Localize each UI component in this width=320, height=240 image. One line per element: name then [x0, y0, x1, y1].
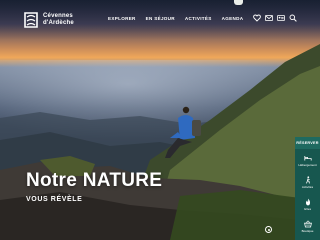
side-item-hebergement[interactable]: Hébergement [295, 149, 320, 171]
side-item-activites[interactable]: Activités [295, 171, 320, 193]
booking-side-panel: RÉSERVER Hébergement Activités Gîtes Bou… [295, 137, 320, 240]
flame-icon [305, 198, 310, 205]
site-logo[interactable]: Cévennes d'Ardèche [24, 12, 74, 28]
video-play-icon[interactable] [265, 226, 272, 233]
side-item-label: Activités [301, 184, 314, 189]
side-item-label: Hébergement [298, 162, 317, 167]
notification-tab[interactable] [234, 0, 243, 5]
hero-title: Notre NATURE [26, 170, 163, 191]
bed-icon [303, 155, 312, 160]
nav-en-sejour[interactable]: EN SÉJOUR [146, 16, 175, 21]
side-item-label: Gîtes [303, 206, 312, 211]
heart-icon[interactable] [253, 14, 261, 22]
main-nav: EXPLORER EN SÉJOUR ACTIVITÉS AGENDA [108, 16, 243, 21]
contact-card-icon[interactable] [277, 14, 285, 22]
nav-agenda[interactable]: AGENDA [222, 16, 244, 21]
logo-line2: d'Ardèche [43, 20, 74, 26]
mail-icon[interactable] [265, 14, 273, 22]
logo-mark-icon [24, 12, 38, 28]
booking-panel-header: RÉSERVER [295, 137, 320, 149]
side-item-gites[interactable]: Gîtes [295, 193, 320, 215]
search-icon[interactable] [289, 14, 297, 22]
nav-explorer[interactable]: EXPLORER [108, 16, 136, 21]
nav-activites[interactable]: ACTIVITÉS [185, 16, 212, 21]
side-item-boutique[interactable]: Boutique [295, 215, 320, 237]
logo-line1: Cévennes [43, 13, 73, 19]
basket-icon [303, 220, 312, 227]
logo-text: Cévennes d'Ardèche [43, 13, 74, 27]
header-icons [253, 14, 297, 22]
hiker-icon [305, 175, 310, 184]
hero-subtitle: VOUS RÉVÈLE [26, 196, 83, 203]
side-item-label: Boutique [301, 228, 314, 233]
